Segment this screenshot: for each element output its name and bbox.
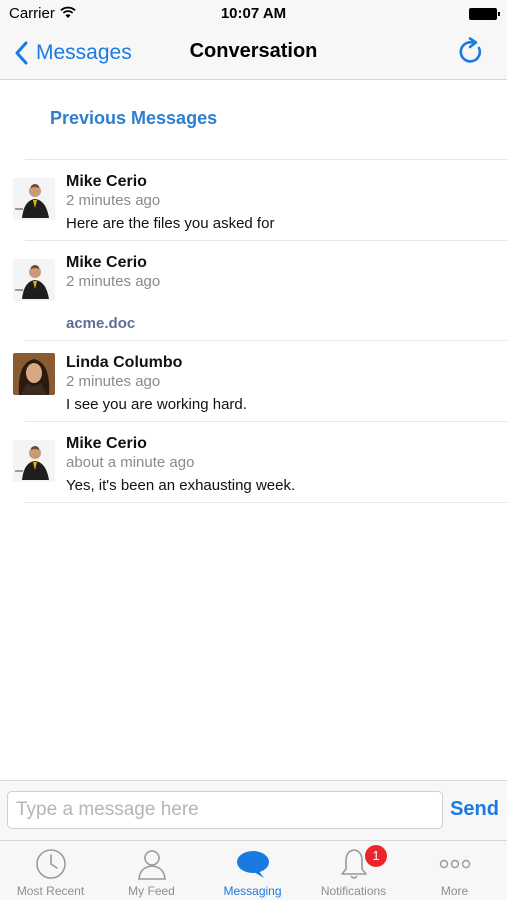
message-item[interactable]: Linda Columbo 2 minutes ago I see you ar… [0,341,507,422]
message-timestamp: 2 minutes ago [66,192,161,209]
clock-icon [35,849,66,879]
tab-notifications[interactable]: 1 Notifications [303,841,404,900]
avatar [13,440,55,482]
clock: 10:07 AM [220,5,287,22]
tab-messaging[interactable]: Messaging [202,841,303,900]
notification-badge: 1 [365,845,387,867]
attachment-link[interactable]: acme.doc [66,315,135,332]
tab-most-recent[interactable]: Most Recent [0,841,101,900]
send-button[interactable]: Send [450,798,499,821]
message-text: Here are the files you asked for [66,215,275,232]
tab-label: Messaging [223,884,282,898]
message-timestamp: about a minute ago [66,454,195,471]
message-composer: Send [0,780,507,840]
navigation-bar: Messages Conversation [0,28,507,80]
person-icon [137,850,166,880]
sender-name: Mike Cerio [66,173,147,190]
more-dots-icon [439,859,470,869]
message-text: Yes, it's been an exhausting week. [66,477,296,494]
avatar [13,178,55,220]
tab-bar: Most Recent My Feed Messaging 1 Notifica… [0,840,507,900]
chat-bubble-icon [236,851,269,878]
avatar [13,259,55,301]
back-button-label: Messages [36,41,132,64]
battery-icon [469,8,500,20]
message-text: I see you are working hard. [66,396,247,413]
chevron-left-icon [15,41,28,65]
sender-name: Mike Cerio [66,435,147,452]
message-item[interactable]: Mike Cerio 2 minutes ago Here are the fi… [0,160,507,241]
previous-messages-link[interactable]: Previous Messages [50,108,217,129]
status-bar: Carrier 10:07 AM [0,0,507,28]
message-timestamp: 2 minutes ago [66,273,161,290]
tab-label: Notifications [320,884,387,898]
message-item[interactable]: Mike Cerio 2 minutes ago acme.doc [0,241,507,341]
sender-name: Linda Columbo [66,354,183,371]
conversation-list: Previous Messages Mike Cerio 2 minutes a… [0,80,507,780]
message-timestamp: 2 minutes ago [66,373,161,390]
tab-my-feed[interactable]: My Feed [101,841,202,900]
tab-label: More [440,884,469,898]
message-item[interactable]: Mike Cerio about a minute ago Yes, it's … [0,422,507,503]
tab-label: Most Recent [16,884,85,898]
tab-label: My Feed [128,884,175,898]
back-button[interactable]: Messages [14,38,132,68]
refresh-icon[interactable] [457,37,487,67]
sender-name: Mike Cerio [66,254,147,271]
avatar [13,353,55,395]
divider [25,502,507,503]
message-input[interactable] [7,791,443,829]
tab-more[interactable]: More [404,841,505,900]
